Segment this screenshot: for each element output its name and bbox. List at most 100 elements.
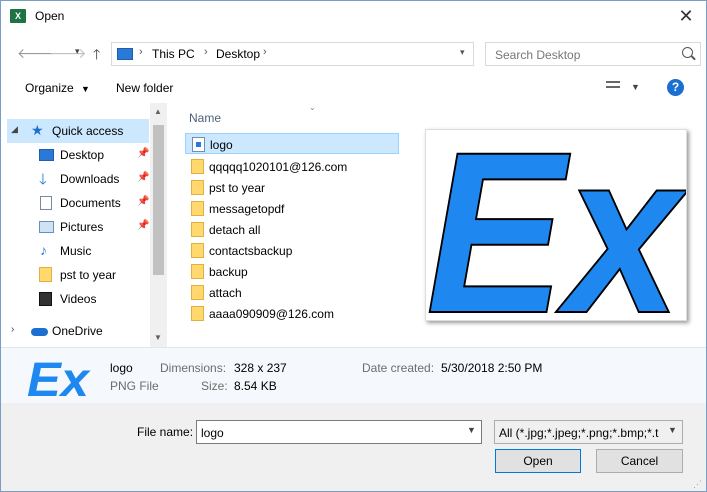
chevron-down-icon[interactable]: ◢ bbox=[11, 124, 18, 135]
logo-thumbnail: Ex bbox=[27, 354, 91, 400]
pin-icon: 📌 bbox=[137, 220, 149, 231]
folder-row[interactable]: messagetopdf bbox=[185, 198, 399, 219]
details-pane: Ex logo PNG File Dimensions: 328 x 237 S… bbox=[1, 347, 706, 403]
file-name: logo bbox=[210, 138, 233, 152]
chevron-down-icon: ▼ bbox=[81, 84, 90, 94]
forward-arrow-icon[interactable]: 🡒 bbox=[49, 45, 87, 62]
sidebar-item-pictures[interactable]: Pictures 📌 bbox=[7, 215, 149, 239]
file-row-logo[interactable]: logo bbox=[185, 133, 399, 154]
folder-row[interactable]: backup bbox=[185, 261, 399, 282]
chevron-down-icon[interactable]: ▼ bbox=[631, 82, 640, 92]
file-name: backup bbox=[209, 265, 248, 279]
logo-ex-text: Ex bbox=[426, 130, 686, 320]
sidebar-item-label: Downloads bbox=[60, 172, 120, 186]
resize-grip-icon[interactable]: ⋰ bbox=[693, 479, 702, 490]
sort-chevron-icon: ⌄ bbox=[309, 103, 316, 112]
file-name-input[interactable]: logo ▼ bbox=[196, 420, 482, 444]
chevron-right-icon[interactable]: › bbox=[11, 324, 14, 335]
sidebar-item-label: pst to year bbox=[60, 268, 117, 282]
navigation-pane: ◢ ★ Quick access Desktop 📌 🡓 Downloads 📌… bbox=[7, 103, 149, 347]
this-pc-icon bbox=[117, 48, 133, 60]
title-bar: X Open ✕ bbox=[1, 1, 706, 31]
breadcrumb-separator-icon: › bbox=[263, 46, 267, 58]
file-name: qqqqq1020101@126.com bbox=[209, 160, 348, 174]
folder-row[interactable]: qqqqq1020101@126.com bbox=[185, 156, 399, 177]
sidebar-item-pst-to-year[interactable]: pst to year bbox=[7, 263, 149, 287]
music-icon: ♪ bbox=[40, 242, 47, 258]
chevron-down-icon: ▼ bbox=[668, 425, 677, 435]
footer-area bbox=[1, 403, 706, 491]
sidebar-item-onedrive[interactable]: › OneDrive bbox=[7, 319, 149, 343]
sidebar-item-music[interactable]: ♪ Music bbox=[7, 239, 149, 263]
detail-date-label: Date created: bbox=[362, 361, 435, 375]
sidebar-item-label: Pictures bbox=[60, 220, 104, 234]
file-name: pst to year bbox=[209, 181, 266, 195]
folder-icon bbox=[191, 180, 204, 195]
sidebar-item-documents[interactable]: Documents 📌 bbox=[7, 191, 149, 215]
folder-icon bbox=[191, 264, 204, 279]
folder-row[interactable]: pst to year bbox=[185, 177, 399, 198]
sidebar-scrollbar[interactable]: ▲ ▼ bbox=[150, 103, 167, 347]
folder-icon bbox=[39, 267, 52, 282]
sidebar-item-desktop[interactable]: Desktop 📌 bbox=[7, 143, 149, 167]
onedrive-icon bbox=[31, 328, 48, 336]
detail-dimensions-label: Dimensions: bbox=[160, 361, 227, 375]
new-folder-button[interactable]: New folder bbox=[116, 81, 173, 95]
folder-icon bbox=[191, 306, 204, 321]
sidebar-item-downloads[interactable]: 🡓 Downloads 📌 bbox=[7, 167, 149, 191]
desktop-icon bbox=[39, 149, 54, 161]
file-name: attach bbox=[209, 286, 242, 300]
organize-button[interactable]: Organize ▼ bbox=[25, 81, 90, 95]
cancel-button[interactable]: Cancel bbox=[596, 449, 683, 473]
help-icon[interactable]: ? bbox=[667, 79, 684, 96]
preview-pane: Ex bbox=[425, 103, 689, 362]
sidebar-item-videos[interactable]: Videos bbox=[7, 287, 149, 311]
address-bar[interactable]: › This PC › Desktop › ▾ bbox=[111, 42, 474, 66]
folder-icon bbox=[191, 285, 204, 300]
organize-label: Organize bbox=[25, 81, 74, 95]
folder-row[interactable]: contactsbackup bbox=[185, 240, 399, 261]
thumbnail-ex-text: Ex bbox=[27, 354, 91, 400]
file-name: contactsbackup bbox=[209, 244, 293, 258]
open-button[interactable]: Open bbox=[495, 449, 581, 473]
detail-date: 5/30/2018 2:50 PM bbox=[441, 361, 543, 375]
file-type-select[interactable]: All (*.jpg;*.jpeg;*.png;*.bmp;*.t ▼ bbox=[494, 420, 683, 444]
detail-file-type: PNG File bbox=[110, 379, 159, 393]
file-name: messagetopdf bbox=[209, 202, 285, 216]
recent-locations-chevron-icon[interactable]: ▾ bbox=[75, 46, 80, 57]
downloads-icon: 🡓 bbox=[39, 171, 47, 188]
sidebar-item-label: Quick access bbox=[52, 124, 124, 138]
videos-icon bbox=[39, 292, 52, 306]
search-input[interactable]: Search Desktop bbox=[485, 42, 701, 66]
documents-icon bbox=[40, 196, 52, 210]
search-placeholder: Search Desktop bbox=[495, 48, 581, 62]
breadcrumb-separator-icon: › bbox=[139, 46, 143, 58]
detail-file-name: logo bbox=[110, 361, 133, 375]
scroll-down-icon[interactable]: ▼ bbox=[154, 333, 162, 342]
folder-row[interactable]: detach all bbox=[185, 219, 399, 240]
close-icon[interactable]: ✕ bbox=[676, 7, 696, 27]
folder-icon bbox=[191, 243, 204, 258]
image-file-icon bbox=[192, 137, 205, 152]
sidebar-item-label: Documents bbox=[60, 196, 121, 210]
folder-icon bbox=[191, 222, 204, 237]
column-header-name[interactable]: Name bbox=[189, 111, 221, 125]
scroll-up-icon[interactable]: ▲ bbox=[154, 107, 162, 116]
pin-icon: 📌 bbox=[137, 148, 149, 159]
detail-size: 8.54 KB bbox=[234, 379, 277, 393]
up-arrow-icon[interactable]: 🡑 bbox=[93, 44, 100, 68]
chevron-down-icon[interactable]: ▼ bbox=[467, 425, 476, 435]
folder-row[interactable]: aaaa090909@126.com bbox=[185, 303, 399, 324]
breadcrumb-this-pc[interactable]: This PC bbox=[152, 47, 195, 61]
sidebar-item-quick-access[interactable]: ◢ ★ Quick access bbox=[7, 119, 149, 143]
pictures-icon bbox=[39, 221, 54, 233]
breadcrumb-separator-icon: › bbox=[204, 46, 208, 58]
view-options-icon[interactable] bbox=[606, 79, 622, 93]
chevron-down-icon[interactable]: ▾ bbox=[460, 47, 465, 58]
folder-row[interactable]: attach bbox=[185, 282, 399, 303]
breadcrumb-desktop[interactable]: Desktop bbox=[216, 47, 260, 61]
logo-preview-image: Ex bbox=[425, 103, 689, 362]
scrollbar-thumb[interactable] bbox=[153, 125, 164, 275]
detail-size-label: Size: bbox=[201, 379, 228, 393]
file-list: ⌄ Name logo qqqqq1020101@126.com pst to … bbox=[169, 103, 401, 347]
